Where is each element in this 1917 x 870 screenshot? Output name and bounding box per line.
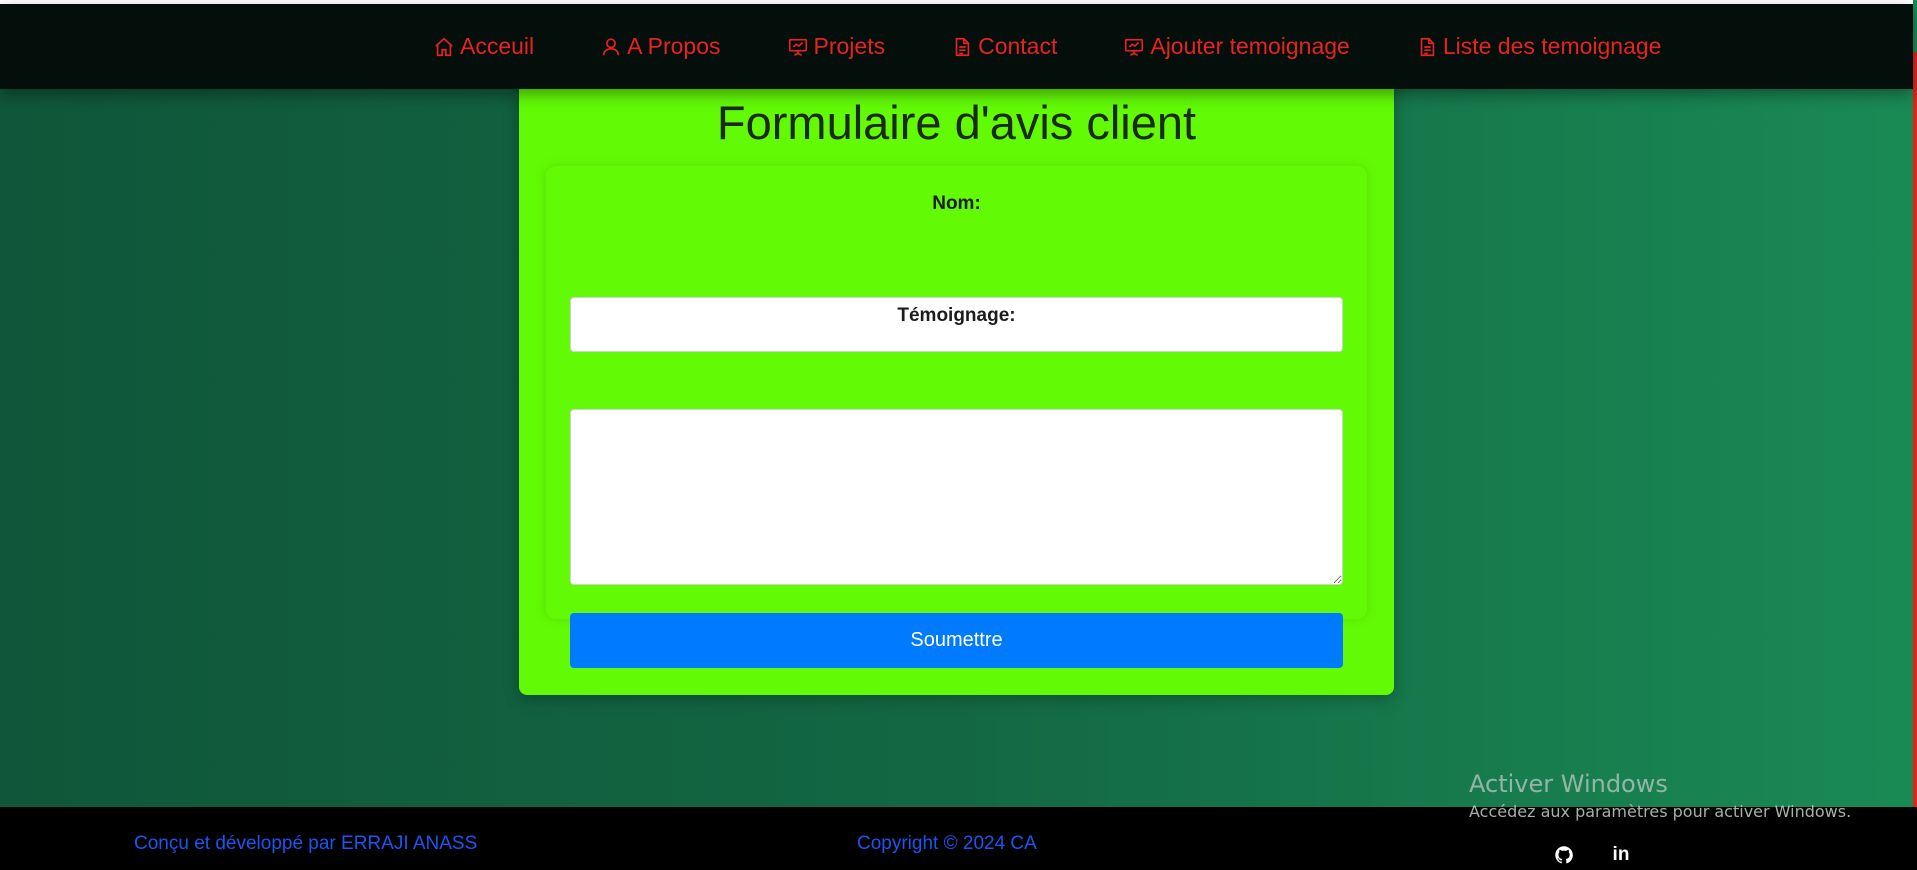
footer-copyright: Copyright © 2024 CA bbox=[857, 833, 1037, 854]
feedback-form: Nom: Témoignage: Soumettre bbox=[546, 166, 1367, 668]
github-link[interactable] bbox=[1553, 844, 1575, 866]
nav-item-acceuil[interactable]: Acceuil bbox=[433, 33, 534, 60]
right-edge-strip bbox=[1913, 0, 1917, 807]
nav-item-contact[interactable]: Contact bbox=[951, 33, 1057, 60]
document-icon bbox=[1420, 37, 1435, 56]
presentation-icon bbox=[1125, 38, 1144, 56]
name-label: Nom: bbox=[932, 193, 981, 214]
github-icon bbox=[1555, 846, 1573, 864]
testimony-label: Témoignage: bbox=[897, 305, 1016, 326]
page-title: Formulaire d'avis client bbox=[716, 96, 1197, 149]
nav-item-liste-temoignage[interactable]: Liste des temoignage bbox=[1416, 33, 1662, 60]
nav-item-label: Projets bbox=[813, 33, 886, 59]
nav-item-label: Ajouter temoignage bbox=[1150, 33, 1350, 59]
watermark-title: Activer Windows bbox=[1469, 770, 1668, 798]
nav-item-label: Acceuil bbox=[460, 33, 535, 59]
testimony-textarea[interactable] bbox=[570, 409, 1343, 585]
watermark-subtitle: Accédez aux paramètres pour activer Wind… bbox=[1469, 802, 1852, 821]
navbar: Acceuil A Propos Projets Contact Ajouter… bbox=[0, 4, 1913, 89]
nav-list: Acceuil A Propos Projets Contact Ajouter… bbox=[433, 4, 1661, 89]
right-edge-strip-top bbox=[1913, 0, 1917, 52]
nav-item-projets[interactable]: Projets bbox=[787, 33, 886, 60]
submit-button[interactable]: Soumettre bbox=[570, 613, 1343, 668]
nav-item-label: A Propos bbox=[627, 33, 721, 59]
home-icon bbox=[435, 37, 453, 56]
linkedin-icon: in bbox=[1612, 844, 1630, 865]
nav-item-a-propos[interactable]: A Propos bbox=[600, 33, 721, 60]
user-icon bbox=[602, 37, 620, 55]
nav-item-ajouter-temoignage[interactable]: Ajouter temoignage bbox=[1123, 33, 1350, 60]
linkedin-link[interactable]: in bbox=[1610, 844, 1632, 866]
presentation-icon bbox=[788, 38, 807, 56]
document-icon bbox=[955, 37, 970, 56]
nav-item-label: Contact bbox=[978, 33, 1058, 59]
feedback-card: Formulaire d'avis client Nom: Témoignage… bbox=[519, 71, 1394, 695]
footer-credit: Conçu et développé par ERRAJI ANASS bbox=[134, 833, 478, 854]
nav-item-label: Liste des temoignage bbox=[1442, 33, 1662, 59]
windows-activation-watermark: Activer Windows Accédez aux paramètres p… bbox=[1469, 769, 1851, 823]
